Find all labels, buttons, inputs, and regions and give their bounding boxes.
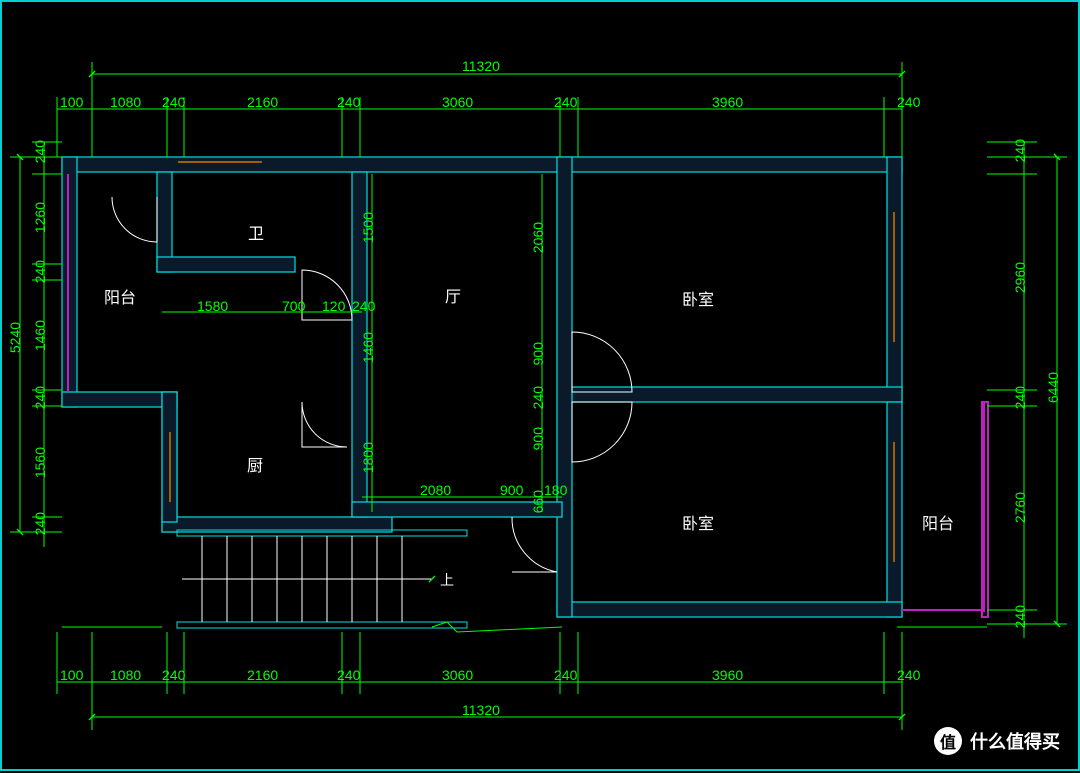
dim-br-h4: 900 <box>530 427 546 450</box>
dim-br-h3: 240 <box>530 386 546 409</box>
dim-bath-w1: 1580 <box>197 298 228 314</box>
dim-top-overall: 11320 <box>462 58 500 74</box>
dim-top-d5: 240 <box>337 94 360 110</box>
dim-br-h1: 2060 <box>530 222 546 253</box>
watermark: 值 什么值得买 <box>934 727 1060 755</box>
dim-bot-d8: 3960 <box>712 667 743 683</box>
label-bedroom1: 卧室 <box>682 286 714 310</box>
label-balcony2: 阳台 <box>922 510 954 534</box>
label-kitchen: 厨 <box>247 452 263 476</box>
dim-hall-h3: 1800 <box>360 442 376 473</box>
dim-bot-d2: 1080 <box>110 667 141 683</box>
dim-hall-h1: 1500 <box>360 212 376 243</box>
label-bathroom: 卫 <box>248 220 264 244</box>
dim-top-d6: 3060 <box>442 94 473 110</box>
dim-top-d4: 2160 <box>247 94 278 110</box>
dim-left-d4: 1460 <box>32 320 48 351</box>
dim-bot-d3: 240 <box>162 667 185 683</box>
dim-left-overall: 5240 <box>7 322 23 353</box>
dim-bot-d1: 100 <box>60 667 83 683</box>
dim-bot-d5: 240 <box>337 667 360 683</box>
dim-left-d1: 240 <box>32 140 48 163</box>
watermark-badge-icon: 值 <box>934 727 962 755</box>
dim-left-d2: 1260 <box>32 202 48 233</box>
dim-top-d1: 100 <box>60 94 83 110</box>
dim-right-d2: 2960 <box>1012 262 1028 293</box>
dim-bath-w3: 120 <box>322 298 345 314</box>
dim-hall-h2: 1460 <box>360 332 376 363</box>
dim-hall-w3: 180 <box>544 482 567 498</box>
dim-right-d4: 2760 <box>1012 492 1028 523</box>
dim-br-h2: 900 <box>530 342 546 365</box>
label-hall: 厅 <box>445 283 461 307</box>
dim-bot-d7: 240 <box>554 667 577 683</box>
cad-floor-plan: 11320 100 1080 240 2160 240 3060 240 396… <box>0 0 1080 771</box>
dim-bot-d6: 3060 <box>442 667 473 683</box>
dim-hall-w1: 2080 <box>420 482 451 498</box>
dim-right-d5: 240 <box>1012 605 1028 628</box>
dim-top-d9: 240 <box>897 94 920 110</box>
dim-bot-d9: 240 <box>897 667 920 683</box>
dim-right-d1: 240 <box>1012 139 1028 162</box>
dim-right-overall: 6440 <box>1045 372 1061 403</box>
dim-bot-d4: 2160 <box>247 667 278 683</box>
label-stair-up: 上 <box>440 570 454 590</box>
stairs <box>182 536 432 622</box>
dim-bath-w2: 700 <box>282 298 305 314</box>
dim-left-d5: 240 <box>32 386 48 409</box>
dim-bath-w4: 240 <box>352 298 375 314</box>
dim-hall-w2: 900 <box>500 482 523 498</box>
dim-left-d6: 1560 <box>32 447 48 478</box>
label-balcony1: 阳台 <box>104 284 136 308</box>
dim-top-d8: 3960 <box>712 94 743 110</box>
dim-top-d2: 1080 <box>110 94 141 110</box>
dim-br-h5: 660 <box>530 490 546 513</box>
dim-left-d7: 240 <box>32 512 48 535</box>
dim-right-d3: 240 <box>1012 386 1028 409</box>
label-bedroom2: 卧室 <box>682 510 714 534</box>
dim-top-d3: 240 <box>162 94 185 110</box>
dim-top-d7: 240 <box>554 94 577 110</box>
watermark-text: 什么值得买 <box>970 728 1060 754</box>
dim-bot-overall: 11320 <box>462 702 500 718</box>
walls <box>62 157 988 628</box>
dim-left-d3: 240 <box>32 260 48 283</box>
